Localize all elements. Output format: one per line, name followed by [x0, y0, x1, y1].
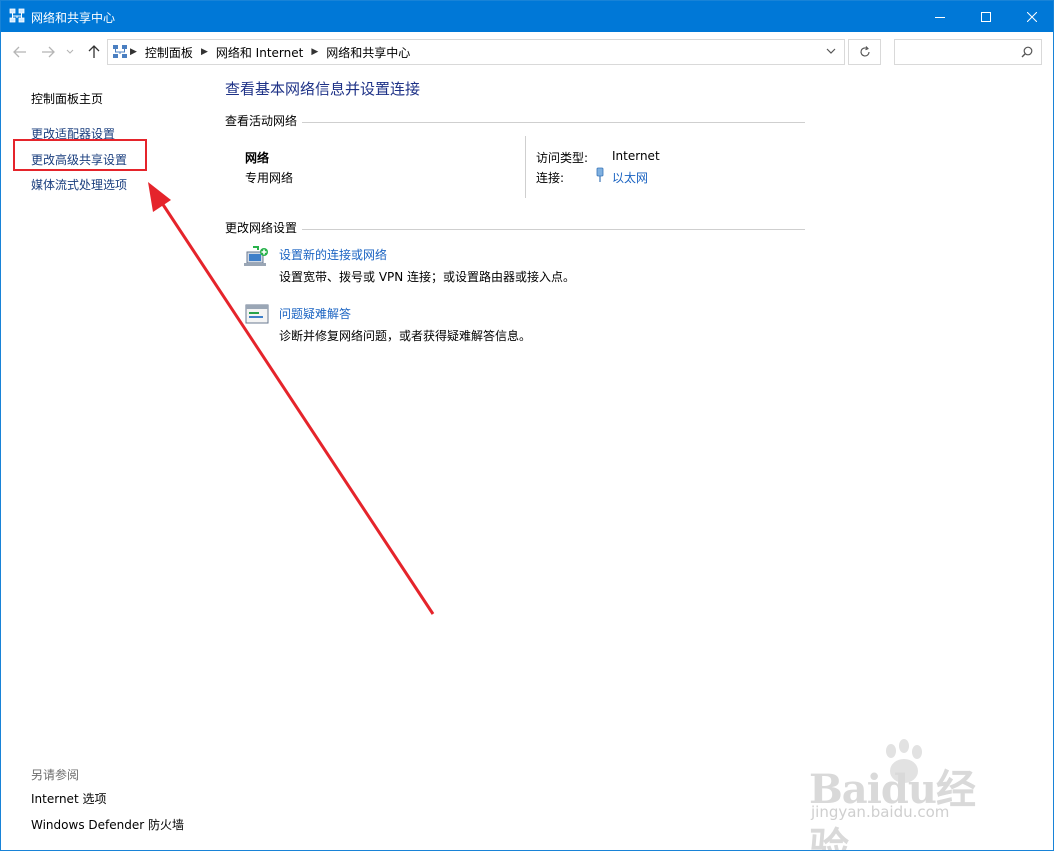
close-icon: [1027, 11, 1037, 22]
breadcrumb-separator-icon: ▶: [130, 47, 137, 57]
vertical-divider: [525, 136, 526, 198]
back-arrow-icon: [13, 46, 26, 58]
watermark-url: jingyan.baidu.com: [811, 803, 950, 821]
access-type-label: 访问类型:: [536, 151, 589, 165]
chevron-down-icon: [66, 49, 74, 54]
network-type[interactable]: 专用网络: [245, 169, 293, 186]
access-type-value: Internet: [612, 149, 660, 163]
page-title: 查看基本网络信息并设置连接: [225, 80, 421, 98]
close-button[interactable]: [1009, 1, 1053, 32]
breadcrumb-separator-icon: ▶: [200, 47, 208, 57]
window-title: 网络和共享中心: [31, 11, 116, 25]
network-center-icon: [9, 8, 25, 23]
ethernet-icon: [596, 167, 604, 182]
minimize-button[interactable]: [917, 1, 963, 32]
breadcrumb-separator-icon: ▶: [311, 47, 319, 57]
troubleshoot-icon: [245, 304, 269, 324]
control-panel-home-link[interactable]: 控制面板主页: [31, 90, 103, 107]
network-name: 网络: [245, 151, 270, 165]
window: 网络和共享中心 ▶ 控制面板 ▶ 网络和 Internet ▶ 网络和共享中心 …: [0, 0, 1054, 851]
up-button[interactable]: [85, 43, 103, 61]
change-settings-heading: 更改网络设置: [225, 221, 298, 235]
internet-options-link[interactable]: Internet 选项: [31, 790, 106, 807]
maximize-icon: [981, 11, 991, 22]
windows-defender-firewall-link[interactable]: Windows Defender 防火墙: [31, 816, 184, 833]
ethernet-connection-link[interactable]: 以太网: [612, 169, 648, 186]
breadcrumb-network-internet[interactable]: 网络和 Internet: [210, 44, 309, 61]
connection-label: 连接:: [536, 171, 565, 185]
troubleshoot-desc: 诊断并修复网络问题，或者获得疑难解答信息。: [279, 329, 532, 343]
network-location-icon: [113, 45, 127, 58]
refresh-button[interactable]: [848, 39, 881, 65]
search-input[interactable]: [899, 43, 1013, 63]
recent-locations-button[interactable]: [64, 43, 76, 61]
troubleshoot-link[interactable]: 问题疑难解答: [279, 305, 351, 322]
annotation-highlight-box: [13, 139, 147, 171]
up-arrow-icon: [88, 45, 100, 58]
address-bar[interactable]: ▶ 控制面板 ▶ 网络和 Internet ▶ 网络和共享中心: [107, 39, 845, 65]
active-networks-heading: 查看活动网络: [225, 114, 298, 128]
address-dropdown-icon[interactable]: [826, 47, 836, 55]
new-connection-icon: [244, 246, 268, 266]
minimize-icon: [935, 16, 945, 18]
baidu-jingyan-watermark: Baidu经验 jingyan.baidu.com: [809, 739, 1009, 850]
refresh-icon: [859, 46, 870, 57]
search-box[interactable]: [894, 39, 1042, 65]
back-button[interactable]: [11, 43, 29, 61]
divider: [302, 229, 805, 230]
breadcrumb-network-center[interactable]: 网络和共享中心: [320, 44, 416, 61]
forward-button[interactable]: [39, 43, 57, 61]
divider: [302, 122, 805, 123]
setup-new-connection-link[interactable]: 设置新的连接或网络: [279, 246, 387, 263]
search-icon: [1021, 46, 1033, 58]
media-streaming-options-link[interactable]: 媒体流式处理选项: [31, 176, 127, 193]
maximize-button[interactable]: [963, 1, 1009, 32]
forward-arrow-icon: [42, 46, 55, 58]
title-bar: 网络和共享中心: [1, 1, 1053, 32]
breadcrumb-control-panel[interactable]: 控制面板: [139, 44, 199, 61]
setup-new-connection-desc: 设置宽带、拨号或 VPN 连接；或设置路由器或接入点。: [279, 270, 576, 284]
see-also-heading: 另请参阅: [31, 768, 80, 782]
navigation-bar: ▶ 控制面板 ▶ 网络和 Internet ▶ 网络和共享中心: [1, 32, 1053, 72]
